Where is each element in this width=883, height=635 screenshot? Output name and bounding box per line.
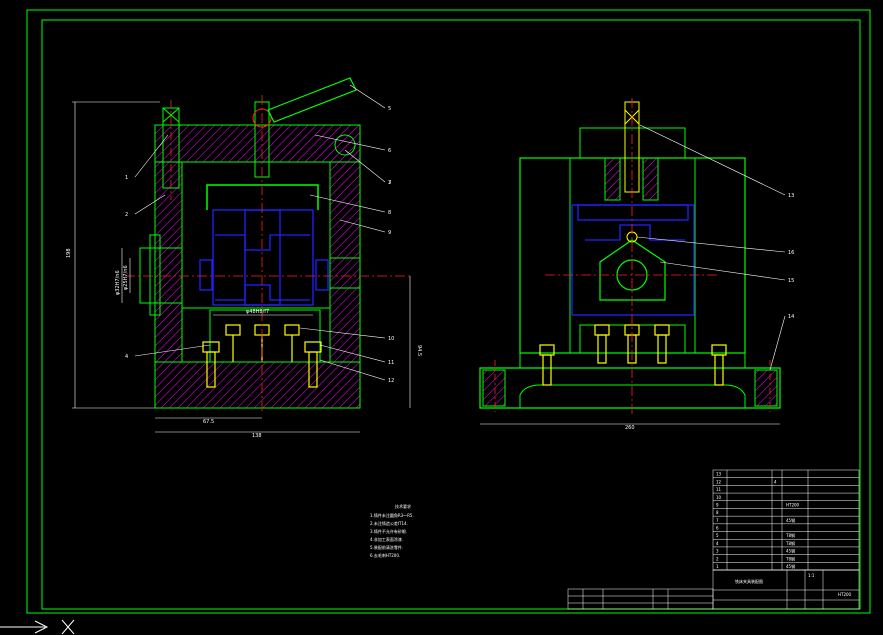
parts-list-cell: T8钢	[785, 532, 795, 538]
front-lower-pocket	[209, 309, 321, 363]
parts-list-cell: 7	[716, 518, 719, 523]
title-material: HT200	[838, 592, 852, 597]
side-top-hatch-left	[604, 157, 621, 201]
side-balloon-16: 16	[788, 250, 794, 256]
parts-list-cell: 11	[716, 487, 722, 492]
svg-text:5.装配前清洗零件.: 5.装配前清洗零件.	[370, 544, 403, 550]
technical-notes: 技术要求 1.铸件未注圆角R3～R5. 2.未注铸造公差IT14. 3.铸件不允…	[370, 503, 414, 558]
svg-text:2: 2	[125, 212, 128, 218]
parts-list-cell: 45钢	[786, 548, 795, 554]
dim-overall-height: 198	[66, 248, 72, 258]
front-handle	[267, 77, 357, 123]
parts-list-cell: 1	[716, 564, 719, 569]
side-top-block	[579, 127, 686, 159]
notes-heading: 技术要求	[395, 503, 411, 509]
svg-text:3.铸件不允许有砂眼.: 3.铸件不允许有砂眼.	[370, 528, 407, 534]
svg-text:4: 4	[125, 354, 128, 360]
dim-top-fit: φ48H8/f7	[246, 309, 269, 315]
parts-list-cell: 6	[716, 526, 719, 531]
parts-list-cell: T8钢	[785, 540, 795, 546]
svg-text:7: 7	[388, 180, 391, 186]
svg-text:2.未注铸造公差IT14.: 2.未注铸造公差IT14.	[370, 520, 408, 526]
dim-inner-width: 67.5	[203, 419, 214, 425]
dim-side-width: 260	[625, 425, 635, 431]
parts-list-cell: 5	[716, 533, 719, 538]
side-view: 260 13 14 15 16	[479, 98, 794, 431]
title-text: 铣床夹具装配图	[735, 578, 763, 584]
svg-text:12: 12	[388, 378, 394, 384]
parts-list-cell: 4	[774, 479, 777, 484]
svg-text:1: 1	[125, 175, 128, 181]
title-scale: 1:1	[808, 573, 815, 578]
front-view: 198 138 67.5 94.5 φ32H7/n6 φ25H7/n6 φ48H…	[66, 77, 422, 439]
dim-left-b: φ25H7/n6	[123, 265, 129, 290]
svg-text:10: 10	[388, 336, 394, 342]
dim-bottom-width: 138	[252, 433, 262, 439]
parts-list-cell: 10	[716, 495, 722, 500]
outer-frame	[26, 9, 871, 614]
svg-text:4.非加工表面涂漆.: 4.非加工表面涂漆.	[370, 536, 403, 542]
side-body	[519, 157, 746, 354]
front-left-wall	[154, 161, 183, 363]
side-balloon-14: 14	[788, 314, 794, 320]
side-base	[479, 367, 781, 409]
parts-list-cell: 12	[716, 479, 722, 484]
parts-list-cell: 4	[716, 541, 719, 546]
svg-text:9: 9	[388, 230, 391, 236]
svg-text:11: 11	[388, 360, 394, 366]
parts-list-cell: 13	[716, 472, 722, 477]
ucs-icon	[0, 619, 75, 635]
dim-right-height: 94.5	[416, 345, 422, 356]
side-top-hatch-right	[642, 157, 659, 201]
front-top-hatch	[154, 124, 361, 163]
parts-list-cell: HT200	[786, 502, 800, 507]
parts-list-cell: T8钢	[785, 555, 795, 561]
side-balloon-13: 13	[788, 193, 794, 199]
svg-text:6.去毛刺HT200.: 6.去毛刺HT200.	[370, 552, 400, 558]
dim-left-a: φ32H7/n6	[115, 270, 121, 295]
front-base	[154, 361, 361, 409]
parts-list-cell: 9	[716, 502, 719, 507]
svg-text:6: 6	[388, 148, 391, 154]
parts-list-cell: 3	[716, 549, 719, 554]
parts-list-cell: 45钢	[786, 563, 795, 569]
cad-drawing-canvas: 198 138 67.5 94.5 φ32H7/n6 φ25H7/n6 φ48H…	[0, 9, 871, 635]
parts-list-cell: 2	[716, 556, 719, 561]
parts-list-cell: 45钢	[786, 517, 795, 523]
side-eccentric	[599, 239, 666, 301]
side-balloon-15: 15	[788, 278, 794, 284]
svg-text:8: 8	[388, 210, 391, 216]
parts-list-cell: 8	[716, 510, 719, 515]
svg-text:1.铸件未注圆角R3～R5.: 1.铸件未注圆角R3～R5.	[370, 512, 414, 518]
parts-list	[567, 469, 860, 610]
svg-text:5: 5	[388, 106, 391, 112]
